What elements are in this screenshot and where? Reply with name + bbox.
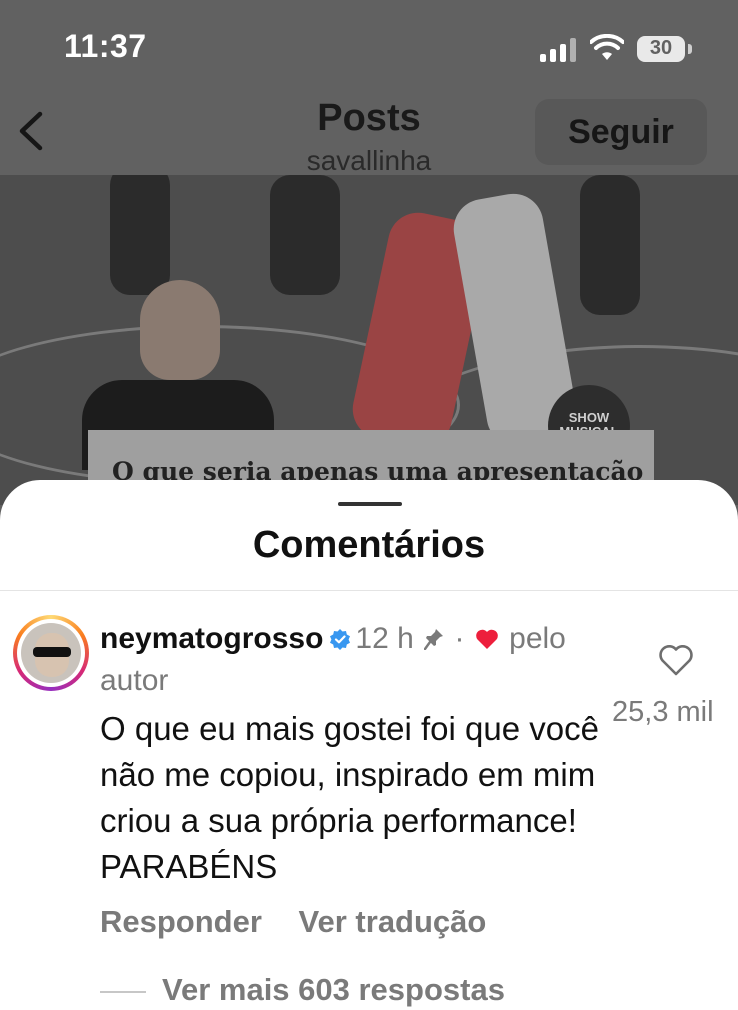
divider xyxy=(0,590,738,591)
translate-button[interactable]: Ver tradução xyxy=(299,904,487,939)
liked-by-author-label: pelo xyxy=(509,622,566,655)
background-dancer xyxy=(270,175,340,295)
battery-icon: 30 xyxy=(637,36,685,62)
comments-title: Comentários xyxy=(252,524,486,566)
comment-username[interactable]: neymatogrosso xyxy=(100,622,323,655)
portrait-head xyxy=(140,280,220,380)
replies-divider-line xyxy=(100,991,146,993)
comment-meta: neymatogrosso 12 h · pelo autor xyxy=(100,622,566,697)
view-more-replies-button[interactable]: Ver mais 603 respostas xyxy=(162,972,505,1008)
post-video[interactable]: SHOW MUSICAL O que seria apenas uma apre… xyxy=(0,175,738,505)
comment-text: O que eu mais gostei foi que você não me… xyxy=(100,710,599,885)
signal-icon xyxy=(540,38,578,62)
avatar[interactable] xyxy=(13,615,89,691)
wifi-icon xyxy=(590,34,624,60)
liked-by-author-label-cont: autor xyxy=(100,664,169,697)
avatar-sunglasses xyxy=(33,647,71,657)
battery-nub xyxy=(688,44,692,54)
avatar-image xyxy=(21,623,81,683)
battery-level: 30 xyxy=(649,37,673,59)
status-bar: 11:37 30 xyxy=(0,0,738,95)
status-time: 11:37 xyxy=(64,28,147,64)
heart-filled-icon xyxy=(475,629,498,649)
background-dancer xyxy=(580,175,640,315)
background-dancer xyxy=(110,175,170,295)
comment-time: 12 h xyxy=(355,622,414,655)
heart-outline-icon[interactable] xyxy=(658,643,694,677)
follow-button[interactable]: Seguir xyxy=(535,99,707,165)
drag-handle[interactable] xyxy=(338,502,402,506)
posts-header: Posts savallinha Seguir xyxy=(0,95,738,176)
reply-button[interactable]: Responder xyxy=(100,904,262,939)
comment-actions: Responder Ver tradução xyxy=(100,904,514,940)
pin-icon xyxy=(424,629,444,650)
comments-sheet: Comentários neymatogrosso 12 h · pelo aut… xyxy=(0,480,738,1010)
verified-badge-icon xyxy=(330,629,351,650)
like-count: 25,3 mil xyxy=(612,696,714,728)
